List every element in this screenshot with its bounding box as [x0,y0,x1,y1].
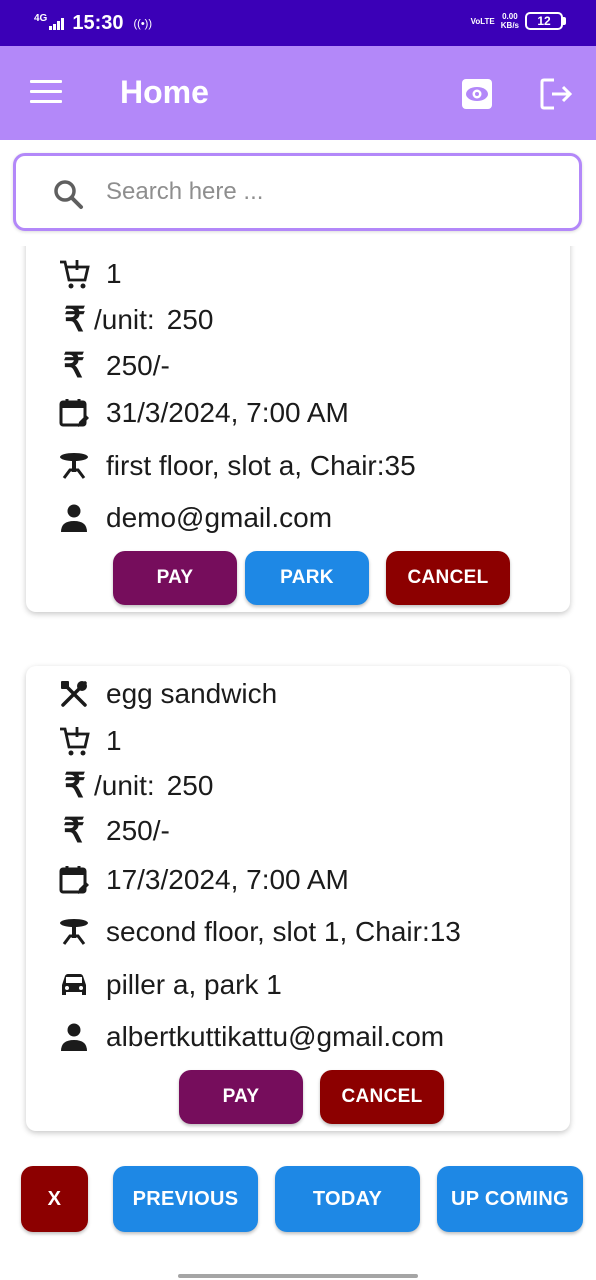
speed-unit: KB/s [500,21,519,30]
calendar-edit-icon [56,395,92,431]
search-icon [54,180,83,209]
table-icon [56,448,92,484]
unit-price-row: ₹ /unit: 250 [56,300,213,340]
item-row: egg sandwich [56,674,277,714]
unit-price: 250 [166,304,214,335]
clock: 15:30 [72,12,124,34]
today-button[interactable]: TODAY [275,1166,420,1232]
app-bar: Home [0,46,596,140]
page-title: Home [120,74,209,110]
seat-location: first floor, slot a, Chair:35 [106,450,416,481]
seat-row: first floor, slot a, Chair:35 [56,446,416,486]
user-row: albertkuttikattu@gmail.com [56,1017,444,1057]
cancel-button[interactable]: CANCEL [320,1070,444,1124]
order-card: 1 ₹ /unit: 250 ₹ 250/- 31/3/2024, 7:00 AM… [26,200,570,612]
upcoming-button[interactable]: UP COMING [437,1166,583,1232]
car-icon [56,967,92,1003]
parking-row: piller a, park 1 [56,965,282,1005]
total-price: 250/- [106,815,170,846]
rupee-icon: ₹ [63,812,85,850]
cart-icon [56,723,92,759]
quantity-row: 1 [56,254,122,294]
user-email: albertkuttikattu@gmail.com [106,1021,445,1052]
unit-label: /unit: [94,304,155,335]
network-speed: 0.00 KB/s [501,12,519,30]
hotspot-icon: ((•)) [133,17,153,30]
rupee-icon: ₹ [64,767,86,805]
unit-label: /unit: [94,770,155,801]
search-box[interactable] [13,153,582,231]
home-indicator[interactable] [178,1274,418,1278]
cart-icon [56,256,92,292]
battery-icon: 12 [525,12,566,30]
table-icon [56,914,92,950]
search-input[interactable] [106,172,546,212]
network-type: 4G [34,12,48,24]
order-datetime: 31/3/2024, 7:00 AM [106,397,349,428]
eye-icon[interactable] [460,77,494,111]
total-row: ₹ 250/- [56,811,170,851]
menu-icon[interactable] [30,80,62,104]
item-name: egg sandwich [106,678,278,709]
close-button[interactable]: X [21,1166,88,1232]
signal-icon [49,17,65,30]
park-button[interactable]: PARK [245,551,369,605]
utensils-icon [56,676,92,712]
user-email: demo@gmail.com [106,502,333,533]
search-container [0,140,596,246]
unit-price-row: ₹ /unit: 250 [56,766,213,806]
unit-price: 250 [166,770,214,801]
order-datetime: 17/3/2024, 7:00 AM [106,864,349,895]
status-bar: 4G 15:30 ((•)) VoLTE 0.00 KB/s 12 [0,0,596,46]
order-card: egg sandwich 1 ₹ /unit: 250 ₹ 250/- 17/3/… [26,666,570,1131]
total-price: 250/- [106,350,170,381]
volte-indicator: VoLTE [470,16,495,26]
person-icon [56,1019,92,1055]
battery-level: 12 [525,12,563,30]
rupee-icon: ₹ [63,347,85,385]
cancel-button[interactable]: CANCEL [386,551,510,605]
user-row: demo@gmail.com [56,498,332,538]
quantity-row: 1 [56,721,122,761]
quantity: 1 [106,725,122,756]
calendar-edit-icon [56,862,92,898]
pay-button[interactable]: PAY [179,1070,303,1124]
logout-icon[interactable] [538,76,574,112]
seat-row: second floor, slot 1, Chair:13 [56,912,461,952]
quantity: 1 [106,258,122,289]
person-icon [56,500,92,536]
previous-button[interactable]: PREVIOUS [113,1166,258,1232]
rupee-icon: ₹ [64,301,86,339]
datetime-row: 31/3/2024, 7:00 AM [56,393,349,433]
datetime-row: 17/3/2024, 7:00 AM [56,860,349,900]
pay-button[interactable]: PAY [113,551,237,605]
speed-value: 0.00 [502,12,518,21]
parking-location: piller a, park 1 [106,969,282,1000]
seat-location: second floor, slot 1, Chair:13 [106,916,461,947]
total-row: ₹ 250/- [56,346,170,386]
